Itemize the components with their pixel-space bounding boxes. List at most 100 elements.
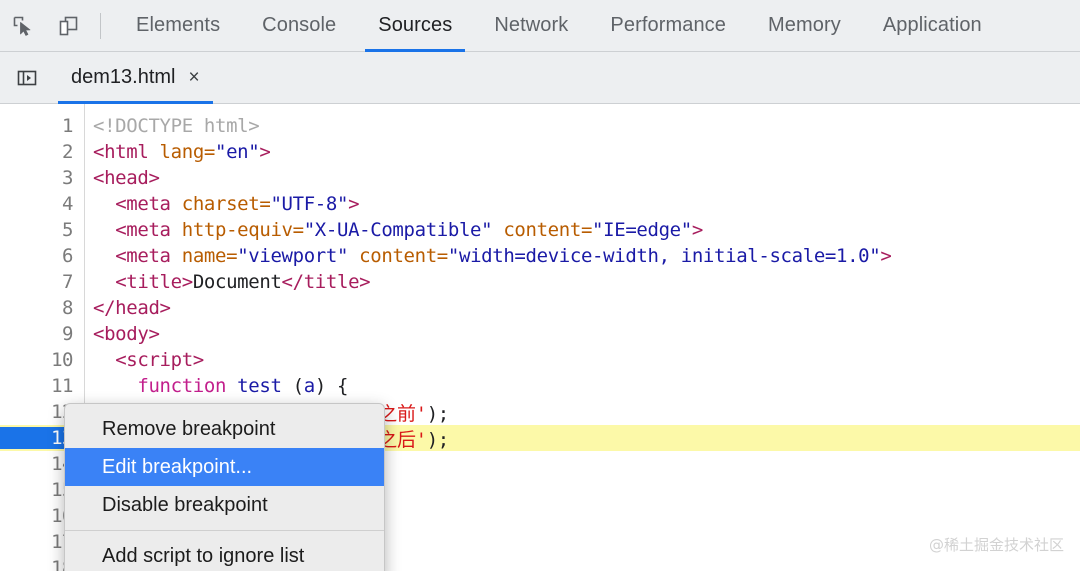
file-tab-dem13[interactable]: dem13.html × (58, 52, 213, 104)
menu-item[interactable]: Remove breakpoint (65, 410, 384, 448)
menu-item[interactable]: Disable breakpoint (65, 486, 384, 524)
code-token: <!DOCTYPE html> (93, 115, 260, 137)
toolbar-divider (100, 12, 101, 39)
tab-sources[interactable]: Sources (357, 0, 473, 52)
code-text: function test (a) { (84, 375, 348, 397)
line-number[interactable]: 1 (0, 115, 84, 137)
tab-elements-label: Elements (136, 14, 221, 36)
line-number[interactable]: 3 (0, 167, 84, 189)
code-token: <meta (115, 245, 182, 267)
code-text: <head> (84, 167, 160, 189)
devtools-toolbar: Elements Console Sources Network Perform… (0, 0, 1080, 52)
line-number[interactable]: 4 (0, 193, 84, 215)
line-number[interactable]: 9 (0, 323, 84, 345)
device-toolbar-icon[interactable] (46, 0, 92, 52)
code-line[interactable]: 10 <script> (0, 347, 1080, 373)
code-line[interactable]: 8 </head> (0, 295, 1080, 321)
tab-memory[interactable]: Memory (747, 0, 862, 52)
line-number[interactable]: 6 (0, 245, 84, 267)
code-token: </title> (281, 271, 371, 293)
code-token: ); (426, 428, 450, 451)
line-number[interactable]: 10 (0, 349, 84, 371)
panel-tab-list: Elements Console Sources Network Perform… (115, 0, 1003, 52)
code-token: Document (192, 271, 282, 293)
code-token: "viewport" (237, 245, 349, 267)
code-token: content= (503, 219, 593, 241)
code-text: <meta charset="UTF-8"> (84, 193, 359, 215)
code-token: ) { (314, 375, 349, 397)
code-text: <meta http-equiv="X-UA-Compatible" conte… (84, 219, 703, 241)
tab-console[interactable]: Console (241, 0, 357, 52)
code-token: test (237, 375, 282, 397)
tab-console-label: Console (262, 14, 337, 36)
file-tab-label: dem13.html (71, 66, 176, 88)
code-token: "width=device-width, initial-scale=1.0" (447, 245, 881, 267)
code-line[interactable]: 2 <html lang="en"> (0, 139, 1080, 165)
file-tab-bar: dem13.html × (0, 52, 1080, 104)
line-number[interactable]: 11 (0, 375, 84, 397)
code-token: <body> (93, 323, 160, 345)
code-text: <meta name="viewport" content="width=dev… (84, 245, 892, 267)
code-token: > (880, 245, 892, 267)
code-text: </head> (84, 297, 171, 319)
code-token: </head> (93, 297, 171, 319)
code-token: <meta (115, 219, 182, 241)
code-token: <html (93, 141, 160, 163)
tab-performance[interactable]: Performance (589, 0, 747, 52)
breakpoint-context-menu[interactable]: Remove breakpoint Edit breakpoint... Disab… (64, 403, 385, 571)
code-line[interactable]: 6 <meta name="viewport" content="width=d… (0, 243, 1080, 269)
code-line[interactable]: 9 <body> (0, 321, 1080, 347)
menu-item[interactable]: Add script to ignore list (65, 537, 384, 571)
code-token: charset= (181, 193, 271, 215)
code-token: a (303, 375, 315, 397)
watermark: @稀土掘金技术社区 (928, 536, 1064, 554)
code-token: > (691, 219, 703, 241)
code-text: <script> (84, 349, 204, 371)
close-icon[interactable]: × (189, 68, 200, 87)
tab-network[interactable]: Network (473, 0, 589, 52)
code-token: ); (426, 402, 450, 425)
tab-sources-label: Sources (378, 14, 453, 36)
code-token: "IE=edge" (592, 219, 692, 241)
code-token: name= (181, 245, 238, 267)
tab-elements[interactable]: Elements (115, 0, 241, 52)
menu-item[interactable]: Edit breakpoint... (65, 448, 384, 486)
code-token: "X-UA-Compatible" (303, 219, 493, 241)
code-line[interactable]: 7 <title>Document</title> (0, 269, 1080, 295)
tab-application-label: Application (882, 14, 982, 36)
code-text: <html lang="en"> (84, 141, 271, 163)
code-line[interactable]: 4 <meta charset="UTF-8"> (0, 191, 1080, 217)
code-token: <title> (115, 271, 193, 293)
code-token: lang= (159, 141, 216, 163)
code-token: <head> (93, 167, 160, 189)
code-token: > (259, 141, 271, 163)
code-token: "UTF-8" (270, 193, 349, 215)
tab-application[interactable]: Application (862, 0, 1003, 52)
line-number[interactable]: 7 (0, 271, 84, 293)
code-line[interactable]: 3 <head> (0, 165, 1080, 191)
code-line[interactable]: 5 <meta http-equiv="X-UA-Compatible" con… (0, 217, 1080, 243)
code-token: <meta (115, 193, 182, 215)
line-number[interactable]: 8 (0, 297, 84, 319)
code-token: ( (281, 375, 304, 397)
code-text: <!DOCTYPE html> (84, 115, 260, 137)
code-token: function (137, 375, 227, 397)
code-token: "en" (215, 141, 260, 163)
code-token: <script> (115, 349, 204, 371)
inspect-element-icon[interactable] (0, 0, 46, 52)
tab-network-label: Network (494, 14, 569, 36)
show-navigator-icon[interactable] (8, 52, 46, 104)
line-number[interactable]: 5 (0, 219, 84, 241)
devtools-window: Elements Console Sources Network Perform… (0, 0, 1080, 571)
code-line[interactable]: 11 function test (a) { (0, 373, 1080, 399)
line-number[interactable]: 2 (0, 141, 84, 163)
code-token: > (348, 193, 360, 215)
code-line[interactable]: 1 <!DOCTYPE html> (0, 113, 1080, 139)
